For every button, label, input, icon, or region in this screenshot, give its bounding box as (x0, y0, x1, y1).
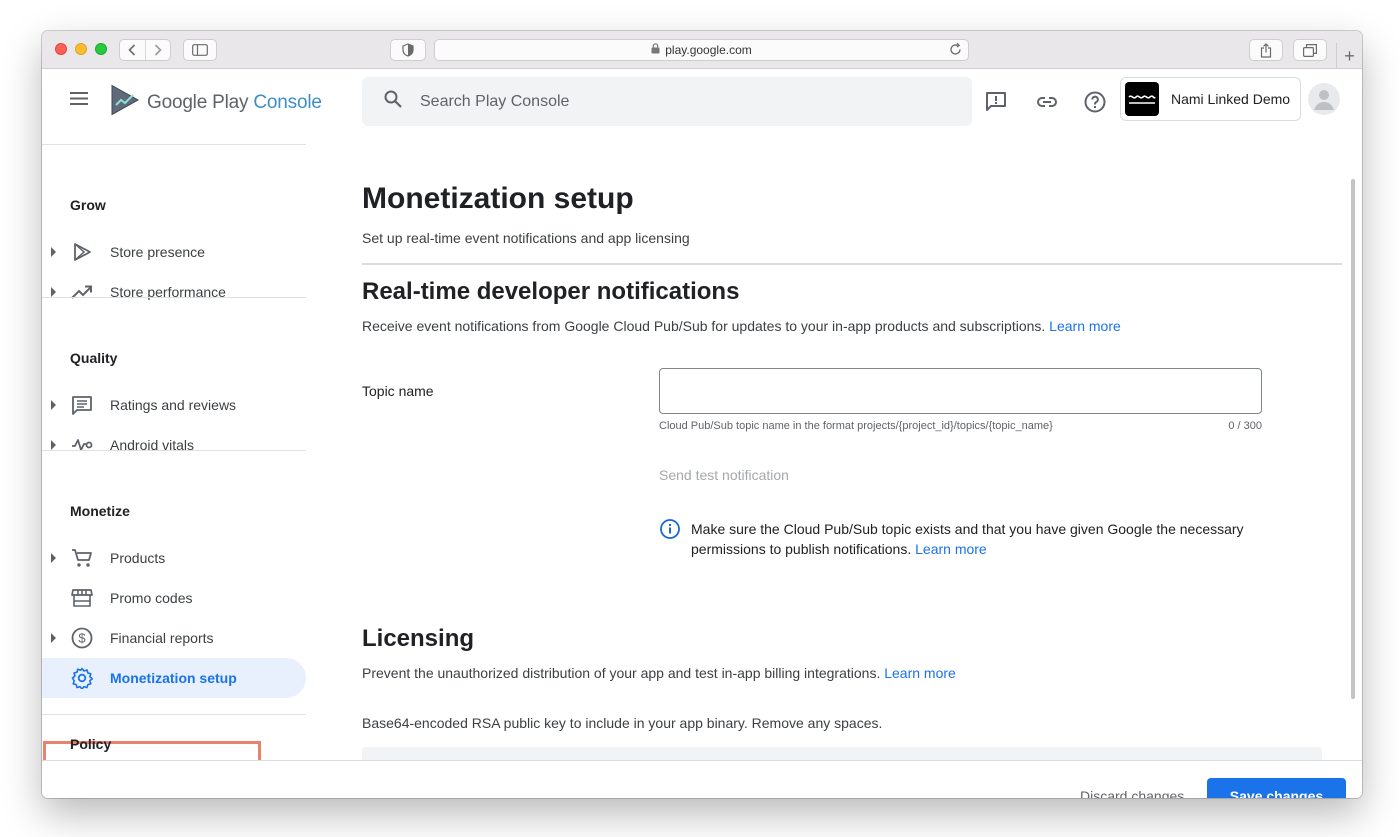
divider (42, 144, 306, 145)
sidebar-item-label: Promo codes (110, 590, 193, 606)
rsa-key-label: Base64-encoded RSA public key to include… (362, 715, 883, 731)
info-callout: Make sure the Cloud Pub/Sub topic exists… (659, 519, 1269, 559)
sidebar-toggle-icon[interactable] (183, 39, 217, 61)
new-tab-icon[interactable]: + (1336, 43, 1362, 69)
page-title: Monetization setup (362, 182, 634, 215)
tabs-overview-icon[interactable] (1293, 39, 1327, 61)
close-window-button[interactable] (55, 43, 67, 55)
topic-name-label: Topic name (362, 383, 434, 399)
licensing-heading: Licensing (362, 625, 475, 652)
app-account-switcher[interactable]: Nami Linked Demo (1120, 77, 1301, 121)
play-console-app: Google Play Console Nami Linked Demo (42, 69, 1362, 798)
divider (42, 297, 306, 298)
play-triangle-icon (70, 240, 94, 264)
sidebar-item-promo-codes[interactable]: Promo codes (42, 578, 306, 618)
info-icon (659, 518, 681, 540)
store-icon (70, 586, 94, 610)
share-icon[interactable] (1249, 39, 1283, 61)
expand-arrow-icon[interactable] (51, 440, 56, 450)
page-scrollbar[interactable] (1351, 179, 1355, 699)
play-console-logo[interactable]: Google Play Console (110, 84, 322, 121)
link-icon[interactable] (1035, 90, 1059, 114)
licensing-description-text: Prevent the unauthorized distribution of… (362, 665, 881, 681)
reload-icon[interactable] (949, 42, 962, 59)
expand-arrow-icon[interactable] (51, 287, 56, 297)
divider (42, 714, 306, 715)
topic-name-hint: Cloud Pub/Sub topic name in the format p… (659, 420, 1053, 432)
save-bar: Discard changes Save changes (42, 760, 1362, 798)
sidebar-item-store-performance[interactable]: Store performance (42, 272, 306, 312)
rtdn-heading: Real-time developer notifications (362, 278, 740, 305)
rtdn-learn-more-link[interactable]: Learn more (1049, 318, 1121, 334)
section-title-grow: Grow (70, 197, 106, 213)
search-icon (384, 90, 402, 113)
divider (362, 263, 1342, 265)
sidebar-item-label: Financial reports (110, 630, 214, 646)
privacy-shield-icon[interactable] (390, 39, 426, 61)
lock-icon (651, 43, 660, 57)
topic-name-input[interactable] (659, 368, 1262, 414)
hamburger-menu-icon[interactable] (70, 92, 88, 110)
reviews-icon (70, 393, 94, 417)
info-text: Make sure the Cloud Pub/Sub topic exists… (691, 519, 1269, 559)
history-nav (119, 39, 171, 61)
info-learn-more-link[interactable]: Learn more (915, 541, 987, 557)
minimize-window-button[interactable] (75, 43, 87, 55)
dollar-icon: $ (70, 626, 94, 650)
back-icon[interactable] (120, 40, 145, 60)
expand-arrow-icon[interactable] (51, 400, 56, 410)
forward-icon[interactable] (144, 40, 171, 60)
browser-window: play.google.com + Google Play Console Se… (42, 31, 1362, 798)
feedback-icon[interactable] (984, 90, 1008, 114)
section-title-monetize: Monetize (70, 503, 130, 519)
search-input[interactable] (420, 92, 920, 111)
page-subtitle: Set up real-time event notifications and… (362, 230, 690, 246)
sidebar-nav: Grow Store presence Store performance Qu… (42, 144, 306, 798)
save-changes-button[interactable]: Save changes (1207, 778, 1346, 798)
url-text: play.google.com (665, 43, 752, 57)
rtdn-description-text: Receive event notifications from Google … (362, 318, 1046, 334)
expand-arrow-icon[interactable] (51, 553, 56, 563)
sidebar-item-label: Products (110, 550, 166, 566)
vitals-icon (70, 433, 94, 457)
main-content: Monetization setup Set up real-time even… (362, 144, 1342, 798)
section-title-quality: Quality (70, 350, 118, 366)
send-test-notification-button[interactable]: Send test notification (659, 467, 789, 483)
user-avatar-icon[interactable] (1308, 83, 1340, 115)
play-console-wordmark: Google Play Console (147, 91, 322, 113)
help-icon[interactable] (1083, 90, 1107, 114)
sidebar-item-label: Store presence (110, 244, 205, 260)
sidebar-item-label: Monetization setup (110, 670, 237, 686)
app-logo-icon (1125, 82, 1159, 116)
sidebar-item-monetization-setup[interactable]: Monetization setup (42, 658, 306, 698)
gear-icon (70, 666, 94, 690)
sidebar-item-products[interactable]: Products (42, 538, 306, 578)
sidebar-item-label: Ratings and reviews (110, 397, 237, 413)
safari-toolbar: play.google.com + (42, 31, 1362, 69)
rtdn-description: Receive event notifications from Google … (362, 318, 1121, 334)
licensing-learn-more-link[interactable]: Learn more (884, 665, 956, 681)
cart-icon (70, 546, 94, 570)
sidebar-item-financial-reports[interactable]: $ Financial reports (42, 618, 306, 658)
expand-arrow-icon[interactable] (51, 247, 56, 257)
trending-up-icon (70, 280, 94, 304)
svg-text:$: $ (78, 631, 86, 646)
sidebar-item-android-vitals[interactable]: Android vitals (42, 425, 306, 465)
sidebar-item-store-presence[interactable]: Store presence (42, 232, 306, 272)
address-bar[interactable]: play.google.com (434, 39, 969, 61)
zoom-window-button[interactable] (95, 43, 107, 55)
account-name: Nami Linked Demo (1171, 91, 1291, 107)
expand-arrow-icon[interactable] (51, 633, 56, 643)
discard-changes-button[interactable]: Discard changes (1067, 778, 1197, 798)
sidebar-item-ratings-reviews[interactable]: Ratings and reviews (42, 385, 306, 425)
licensing-description: Prevent the unauthorized distribution of… (362, 665, 956, 681)
search-bar[interactable] (362, 77, 972, 126)
play-console-logo-icon (110, 84, 140, 121)
section-title-policy: Policy (70, 736, 112, 752)
divider (42, 450, 306, 451)
topic-name-counter: 0 / 300 (1228, 420, 1262, 432)
